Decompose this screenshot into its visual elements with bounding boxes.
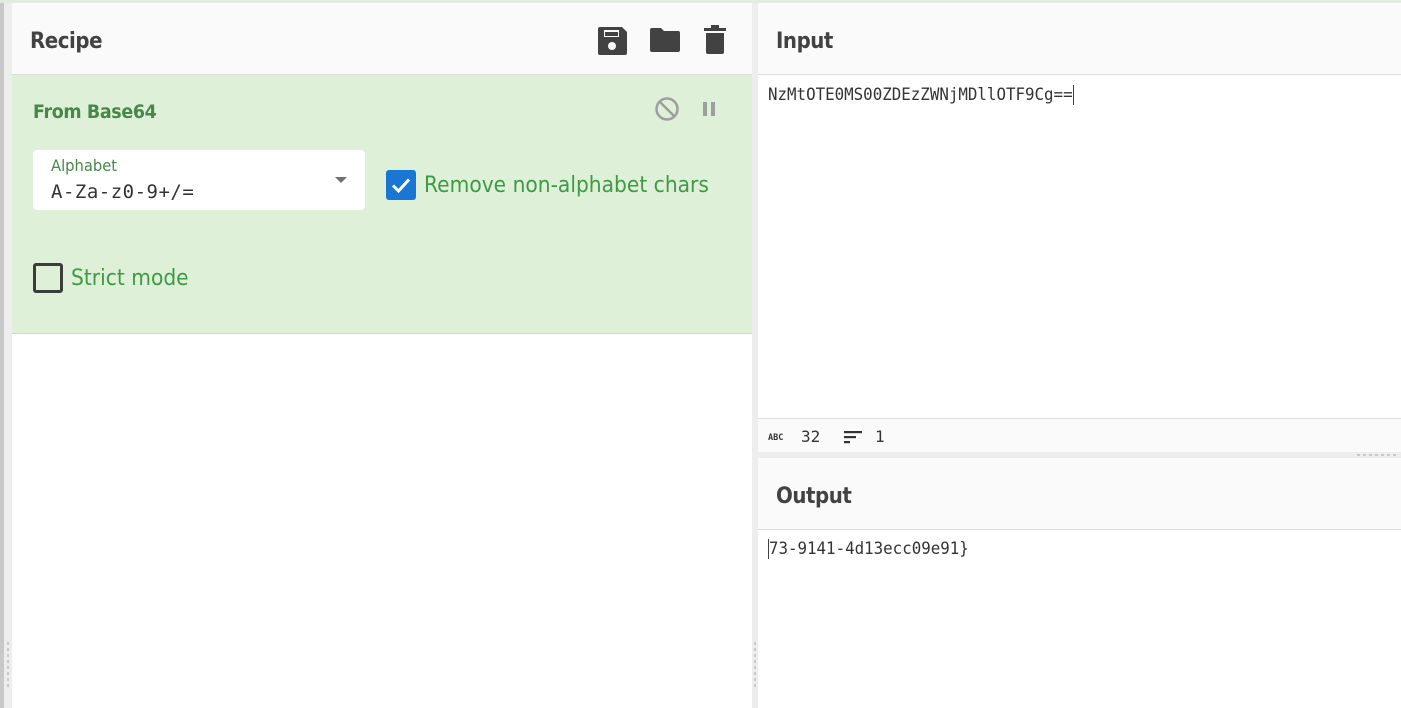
- folder-icon: [650, 28, 680, 52]
- output-panel: Output 73-9141-4d13ecc09e91}: [758, 458, 1401, 708]
- breakpoint-button[interactable]: [695, 95, 723, 123]
- output-header: Output: [758, 458, 1401, 530]
- disable-icon: [655, 97, 679, 121]
- remove-non-alphabet-label: Remove non-alphabet chars: [424, 172, 709, 198]
- strict-mode-label: Strict mode: [71, 265, 189, 291]
- recipe-header: Recipe: [12, 3, 752, 75]
- load-recipe-button[interactable]: [648, 23, 682, 57]
- alphabet-value: A-Za-z0-9+/=: [51, 181, 195, 203]
- splitter-grip[interactable]: [7, 642, 9, 690]
- output-textarea[interactable]: 73-9141-4d13ecc09e91}: [768, 539, 969, 559]
- input-textarea[interactable]: NzMtOTE0MS00ZDEzZWNjMDllOTF9Cg==: [768, 85, 1074, 105]
- splitter-grip[interactable]: [1357, 454, 1399, 456]
- checkbox-checked[interactable]: [386, 170, 416, 200]
- input-panel: Input NzMtOTE0MS00ZDEzZWNjMDllOTF9Cg==: [758, 3, 1401, 418]
- output-text: 73-9141-4d13ecc09e91}: [768, 539, 969, 559]
- disable-operation-button[interactable]: [653, 95, 681, 123]
- alphabet-select[interactable]: Alphabet A-Za-z0-9+/=: [33, 150, 365, 210]
- clear-recipe-button[interactable]: [698, 23, 732, 57]
- alphabet-label: Alphabet: [51, 156, 118, 175]
- save-recipe-button[interactable]: [596, 23, 630, 57]
- save-icon: [598, 27, 627, 55]
- input-status-bar: ABC 32 1: [758, 418, 1401, 452]
- strict-mode-checkbox[interactable]: Strict mode: [33, 263, 199, 293]
- abc-icon: ABC: [768, 433, 783, 441]
- trash-icon: [704, 25, 726, 54]
- text-caret: [1072, 85, 1074, 105]
- checkbox-unchecked[interactable]: [33, 263, 63, 293]
- operations-splitter[interactable]: [4, 3, 12, 708]
- pause-icon: [703, 102, 715, 116]
- output-title: Output: [776, 484, 852, 509]
- recipe-panel: Recipe From Base64 Alphabet A-Za-z0-9+/=…: [12, 3, 752, 708]
- input-length: 32: [801, 427, 821, 446]
- input-title: Input: [776, 29, 833, 54]
- chevron-down-icon: [335, 177, 347, 183]
- remove-non-alphabet-checkbox[interactable]: Remove non-alphabet chars: [386, 170, 734, 200]
- svg-text:ABC: ABC: [768, 433, 783, 441]
- lines-icon: [844, 431, 862, 444]
- operation-from-base64[interactable]: From Base64 Alphabet A-Za-z0-9+/= Remove…: [12, 75, 752, 334]
- input-header: Input: [758, 3, 1401, 75]
- input-text: NzMtOTE0MS00ZDEzZWNjMDllOTF9Cg==: [768, 85, 1073, 105]
- check-icon: [391, 178, 411, 194]
- input-lines: 1: [875, 427, 885, 446]
- operation-title: From Base64: [33, 101, 157, 123]
- recipe-title: Recipe: [30, 29, 103, 54]
- splitter-grip[interactable]: [754, 642, 756, 690]
